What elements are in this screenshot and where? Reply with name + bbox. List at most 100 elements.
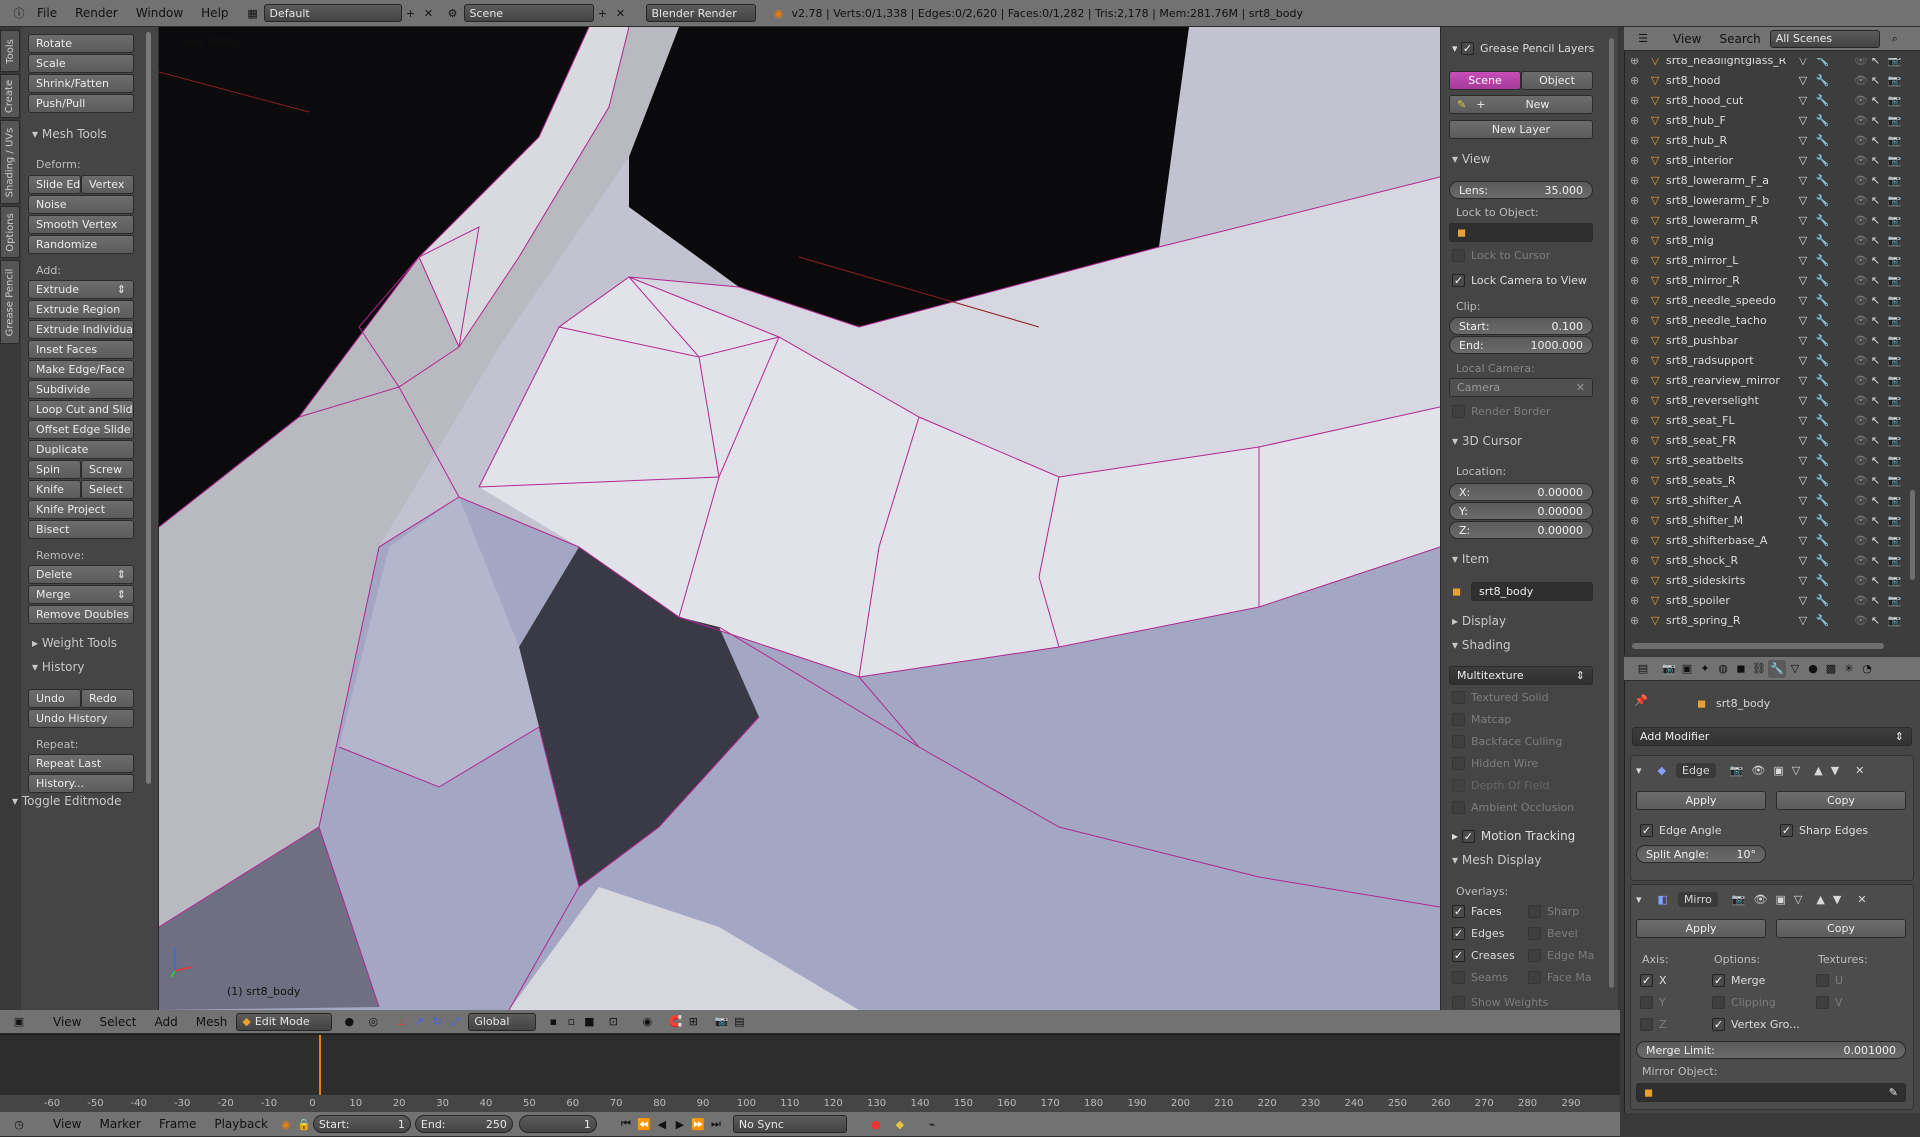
- mesh-menu[interactable]: Mesh: [187, 1015, 237, 1029]
- pin-icon[interactable]: 📌: [1634, 694, 1648, 707]
- outliner-item[interactable]: ⊕ ▽ srt8_lowerarm_F_b ▽ 🔧 👁 ↖ 📷: [1630, 190, 1905, 210]
- preview-range-icon[interactable]: ◉: [277, 1115, 295, 1133]
- selectable-icon[interactable]: ↖: [1871, 494, 1888, 507]
- expand-icon[interactable]: ⊕: [1630, 374, 1651, 387]
- visibility-icon[interactable]: 👁: [1854, 454, 1871, 467]
- add-menu[interactable]: Add: [146, 1015, 187, 1029]
- editor-type-icon[interactable]: ▣: [10, 1013, 28, 1031]
- backface-culling-checkbox[interactable]: Backface Culling: [1452, 735, 1562, 748]
- play-icon[interactable]: ▶: [671, 1115, 689, 1133]
- expand-icon[interactable]: ⊕: [1630, 394, 1651, 407]
- expand-icon[interactable]: ⊕: [1630, 154, 1651, 167]
- randomize-button[interactable]: Randomize: [28, 235, 134, 254]
- renderable-icon[interactable]: 📷: [1888, 434, 1905, 447]
- push-pull-button[interactable]: Push/Pull: [28, 94, 134, 113]
- expand-icon[interactable]: ⊕: [1630, 94, 1651, 107]
- selectable-icon[interactable]: ↖: [1871, 134, 1888, 147]
- scale-icon[interactable]: ⤢: [446, 1013, 464, 1031]
- proportional-edit-icon[interactable]: ◉: [638, 1013, 656, 1031]
- selectable-icon[interactable]: ↖: [1871, 234, 1888, 247]
- timeline[interactable]: [0, 1034, 1620, 1113]
- selectable-icon[interactable]: ↖: [1871, 394, 1888, 407]
- smooth-vertex-button[interactable]: Smooth Vertex: [28, 215, 134, 234]
- outliner-item[interactable]: ⊕ ▽ srt8_rearview_mirror ▽ 🔧 👁 ↖ 📷: [1630, 370, 1905, 390]
- overlay-bevel-checkbox[interactable]: Bevel: [1528, 927, 1578, 940]
- keying-set-icon[interactable]: ◆: [891, 1115, 909, 1133]
- frame-start-field[interactable]: Start: 1: [312, 1115, 411, 1133]
- selectable-icon[interactable]: ↖: [1871, 514, 1888, 527]
- visibility-icon[interactable]: 👁: [1854, 134, 1871, 147]
- slide-vertex-button[interactable]: Vertex: [81, 175, 134, 194]
- merge-menu[interactable]: Merge ⇕: [28, 585, 134, 604]
- outliner-item-label[interactable]: srt8_rearview_mirror: [1666, 374, 1799, 387]
- selectable-icon[interactable]: ↖: [1871, 374, 1888, 387]
- renderable-icon[interactable]: 📷: [1888, 174, 1905, 187]
- visibility-icon[interactable]: 👁: [1854, 74, 1871, 87]
- expand-icon[interactable]: ⊕: [1630, 314, 1651, 327]
- jump-start-icon[interactable]: ⏮: [617, 1115, 635, 1133]
- layout-icon[interactable]: ▦: [244, 4, 262, 22]
- outliner-item-label[interactable]: srt8_interior: [1666, 154, 1799, 167]
- outliner-item[interactable]: ⊕ ▽ srt8_hood ▽ 🔧 👁 ↖ 📷: [1630, 70, 1905, 90]
- copy-edge-button[interactable]: Copy: [1776, 791, 1906, 810]
- expand-icon[interactable]: ⊕: [1630, 354, 1651, 367]
- manipulator-icon[interactable]: ⊥: [392, 1013, 410, 1031]
- timeline-view-menu[interactable]: View: [44, 1117, 90, 1131]
- renderable-icon[interactable]: 📷: [1888, 414, 1905, 427]
- editor-type-icon[interactable]: ☰: [1634, 30, 1652, 48]
- texture-v-checkbox[interactable]: V: [1816, 996, 1843, 1009]
- visibility-icon[interactable]: 👁: [1854, 374, 1871, 387]
- n-panel-scrollbar[interactable]: [1609, 38, 1614, 988]
- add-layout-icon[interactable]: +: [402, 4, 420, 22]
- outliner-item[interactable]: ⊕ ▽ srt8_mig ▽ 🔧 👁 ↖ 📷: [1630, 230, 1905, 250]
- visibility-icon[interactable]: 👁: [1854, 154, 1871, 167]
- close-icon[interactable]: ✕: [1576, 381, 1585, 394]
- layers-tab-icon[interactable]: ▣: [1678, 660, 1696, 678]
- overlay-edge-marks-checkbox[interactable]: Edge Ma: [1528, 949, 1594, 962]
- outliner-scrollbar[interactable]: [1632, 643, 1884, 649]
- outliner-item-label[interactable]: srt8_mig: [1666, 234, 1799, 247]
- bisect-button[interactable]: Bisect: [28, 520, 134, 539]
- extrude-menu[interactable]: Extrude ⇕: [28, 280, 134, 299]
- display-header[interactable]: ▸ Display: [1452, 614, 1506, 628]
- outliner-item[interactable]: ⊕ ▽ srt8_seat_FL ▽ 🔧 👁 ↖ 📷: [1630, 410, 1905, 430]
- make-edge-face-button[interactable]: Make Edge/Face: [28, 360, 134, 379]
- limit-selection-icon[interactable]: ⊡: [604, 1013, 622, 1031]
- mode-select[interactable]: ◆ Edit Mode: [236, 1012, 333, 1031]
- merge-checkbox[interactable]: ✓ Merge: [1712, 974, 1765, 987]
- frame-end-field[interactable]: End: 250: [414, 1115, 513, 1133]
- gp-new-button[interactable]: ✎ + New: [1449, 95, 1593, 114]
- eyedropper-icon[interactable]: ✎: [1889, 1086, 1898, 1099]
- expand-icon[interactable]: ⊕: [1630, 494, 1651, 507]
- close-layout-icon[interactable]: ✕: [420, 4, 438, 22]
- expand-icon[interactable]: ⊕: [1630, 214, 1651, 227]
- outliner-item-label[interactable]: srt8_spring_R: [1666, 614, 1799, 627]
- outliner-item[interactable]: ⊕ ▽ srt8_sideskirts ▽ 🔧 👁 ↖ 📷: [1630, 570, 1905, 590]
- outliner-item-label[interactable]: srt8_pushbar: [1666, 334, 1799, 347]
- opengl-render-icon[interactable]: ▤: [730, 1013, 748, 1031]
- expand-icon[interactable]: ⊕: [1630, 414, 1651, 427]
- expand-icon[interactable]: ⊕: [1630, 334, 1651, 347]
- outliner-item-label[interactable]: srt8_hub_F: [1666, 114, 1799, 127]
- screw-button[interactable]: Screw: [81, 460, 134, 479]
- expand-icon[interactable]: ⊕: [1630, 574, 1651, 587]
- visibility-icon[interactable]: 👁: [1854, 58, 1871, 67]
- expand-icon[interactable]: ⊕: [1630, 294, 1651, 307]
- overlay-seams-checkbox[interactable]: Seams: [1452, 971, 1508, 984]
- render-engine-select[interactable]: Blender Render: [645, 4, 756, 22]
- extrude-individual-button[interactable]: Extrude Individual: [28, 320, 134, 339]
- orientation-select[interactable]: Global: [468, 1012, 537, 1031]
- renderable-icon[interactable]: 📷: [1888, 154, 1905, 167]
- edge-angle-checkbox[interactable]: ✓ Edge Angle: [1640, 824, 1721, 837]
- renderable-icon[interactable]: 📷: [1888, 494, 1905, 507]
- expand-icon[interactable]: ⊕: [1630, 474, 1651, 487]
- lock-to-cursor-checkbox[interactable]: Lock to Cursor: [1452, 249, 1550, 262]
- depth-of-field-checkbox[interactable]: Depth Of Field: [1452, 779, 1549, 792]
- outliner-item-label[interactable]: srt8_needle_speedo: [1666, 294, 1799, 307]
- expand-icon[interactable]: ⊕: [1630, 274, 1651, 287]
- timeline-playback-menu[interactable]: Playback: [205, 1117, 277, 1131]
- selectable-icon[interactable]: ↖: [1871, 294, 1888, 307]
- visibility-icon[interactable]: 👁: [1854, 474, 1871, 487]
- visibility-icon[interactable]: 👁: [1854, 394, 1871, 407]
- expand-icon[interactable]: ⊕: [1630, 554, 1651, 567]
